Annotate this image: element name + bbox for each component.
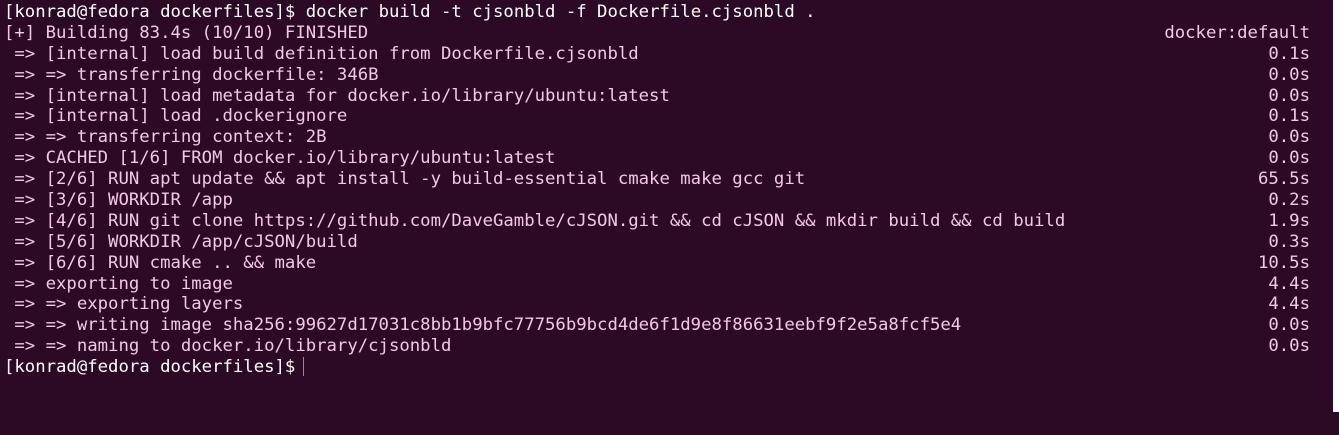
step-time: 0.1s: [1268, 43, 1310, 64]
step-time: 0.0s: [1268, 148, 1310, 169]
step-time: 65.5s: [1257, 169, 1310, 190]
shell-prompt: [konrad@fedora dockerfiles]$: [4, 357, 296, 378]
step-time: 0.3s: [1268, 231, 1310, 252]
step-text: => [internal] load metadata for docker.i…: [4, 85, 670, 106]
step-time: 0.0s: [1268, 315, 1310, 336]
step-text: => [5/6] WORKDIR /app/cJSON/build: [4, 231, 358, 252]
build-step: => => exporting layers 4.4s: [4, 294, 1310, 315]
build-step: => [2/6] RUN apt update && apt install -…: [4, 169, 1310, 190]
step-text: => [6/6] RUN cmake .. && make: [4, 252, 317, 273]
scrollbar[interactable]: [1333, 0, 1339, 412]
step-time: 0.1s: [1268, 106, 1310, 127]
step-time: 0.2s: [1268, 190, 1310, 211]
build-step: => => transferring dockerfile: 346B 0.0s: [4, 65, 1310, 86]
build-step: => => transferring context: 2B 0.0s: [4, 127, 1310, 148]
build-header: [+] Building 83.4s (10/10) FINISHED docke…: [4, 23, 1310, 44]
step-time: 4.4s: [1268, 273, 1310, 294]
step-time: 0.0s: [1268, 85, 1310, 106]
step-text: => [internal] load build definition from…: [4, 43, 639, 64]
build-step: => [5/6] WORKDIR /app/cJSON/build 0.3s: [4, 232, 1310, 253]
step-text: => [4/6] RUN git clone https://github.co…: [4, 210, 1066, 231]
build-step: => => naming to docker.io/library/cjsonb…: [4, 336, 1310, 357]
command-text: docker build -t cjsonbld -f Dockerfile.c…: [305, 2, 816, 22]
step-time: 1.9s: [1268, 210, 1310, 231]
build-step: => [internal] load .dockerignore 0.1s: [4, 106, 1310, 127]
build-step: => CACHED [1/6] FROM docker.io/library/u…: [4, 148, 1310, 169]
build-step: => [6/6] RUN cmake .. && make 10.5s: [4, 253, 1310, 274]
step-time: 0.0s: [1268, 64, 1310, 85]
step-time: 4.4s: [1268, 294, 1310, 315]
step-text: => CACHED [1/6] FROM docker.io/library/u…: [4, 148, 556, 169]
build-step: => [internal] load build definition from…: [4, 44, 1310, 65]
text-cursor: [303, 357, 305, 377]
build-context: docker:default: [1164, 22, 1310, 43]
step-text: => [2/6] RUN apt update && apt install -…: [4, 169, 806, 190]
step-text: => [3/6] WORKDIR /app: [4, 190, 233, 211]
build-step: => [3/6] WORKDIR /app 0.2s: [4, 190, 1310, 211]
step-text: => => transferring dockerfile: 346B: [4, 64, 379, 85]
terminal-window[interactable]: [konrad@fedora dockerfiles]$ docker buil…: [0, 0, 1339, 435]
step-text: => => writing image sha256:99627d17031c8…: [4, 315, 962, 336]
input-line[interactable]: [konrad@fedora dockerfiles]$: [4, 357, 1310, 378]
step-text: => => transferring context: 2B: [4, 127, 327, 148]
build-status: [+] Building 83.4s (10/10) FINISHED: [4, 22, 369, 43]
step-text: => => exporting layers: [4, 294, 244, 315]
step-time: 0.0s: [1268, 127, 1310, 148]
build-step: => [4/6] RUN git clone https://github.co…: [4, 211, 1310, 232]
step-time: 10.5s: [1257, 252, 1310, 273]
command-line: [konrad@fedora dockerfiles]$ docker buil…: [4, 2, 1310, 23]
step-text: => exporting to image: [4, 273, 233, 294]
build-step: => => writing image sha256:99627d17031c8…: [4, 315, 1310, 336]
step-text: => [internal] load .dockerignore: [4, 106, 348, 127]
shell-prompt: [konrad@fedora dockerfiles]$: [4, 2, 296, 22]
build-step: => [internal] load metadata for docker.i…: [4, 86, 1310, 107]
build-step: => exporting to image 4.4s: [4, 274, 1310, 295]
step-text: => => naming to docker.io/library/cjsonb…: [4, 336, 452, 357]
step-time: 0.0s: [1268, 336, 1310, 357]
